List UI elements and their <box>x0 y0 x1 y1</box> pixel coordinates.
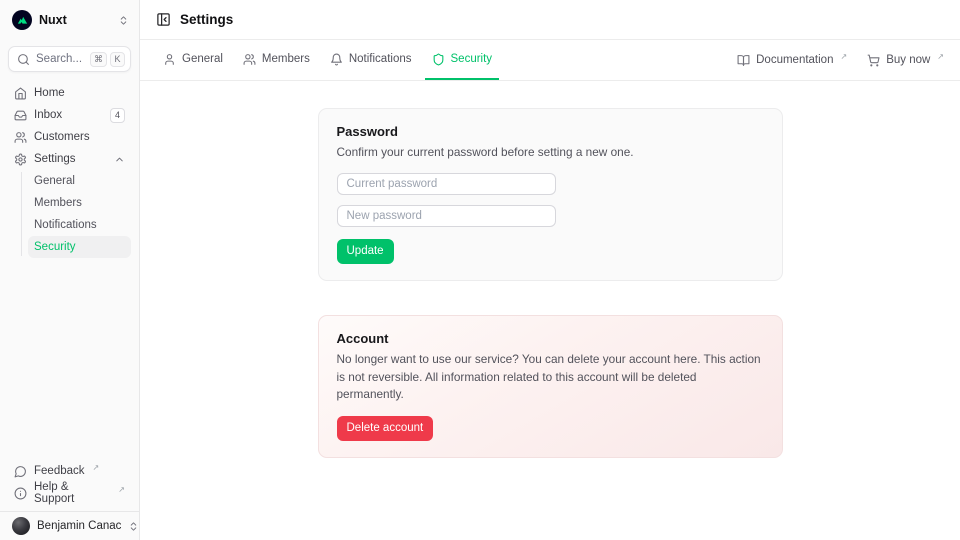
sidebar-item-inbox[interactable]: Inbox 4 <box>8 104 131 126</box>
settings-tabs: General Members Notifications <box>156 40 499 80</box>
external-link-icon: ↗ <box>118 485 125 494</box>
info-circle-icon <box>14 487 27 500</box>
footer-item-label: Feedback <box>34 465 85 477</box>
sidebar-item-label: Customers <box>34 131 90 143</box>
tab-security[interactable]: Security <box>425 40 500 80</box>
link-label: Buy now <box>886 54 930 66</box>
main-area: Settings General Members <box>140 0 960 540</box>
settings-tabbar: General Members Notifications <box>140 40 960 81</box>
tab-notifications[interactable]: Notifications <box>323 40 419 80</box>
sidebar: Nuxt Search... ⌘ K Home <box>0 0 140 540</box>
book-open-icon <box>737 54 750 67</box>
chat-bubble-icon <box>14 465 27 478</box>
sidebar-item-label: Notifications <box>34 219 97 231</box>
shield-icon <box>432 53 445 66</box>
chevrons-up-down-icon <box>128 521 139 532</box>
users-icon <box>14 131 27 144</box>
sidebar-item-members[interactable]: Members <box>28 192 131 214</box>
workspace-name: Nuxt <box>39 13 67 27</box>
sidebar-item-label: Security <box>34 241 76 253</box>
account-card-description: No longer want to use our service? You c… <box>337 351 764 403</box>
tab-label: Members <box>262 53 310 65</box>
inbox-icon <box>14 109 27 122</box>
settings-security-content: Password Confirm your current password b… <box>140 81 960 540</box>
buy-now-link[interactable]: Buy now ↗ <box>867 54 944 67</box>
shopping-cart-icon <box>867 54 880 67</box>
sidebar-nav: Home Inbox 4 Customers Settings <box>0 82 139 258</box>
bell-icon <box>330 53 343 66</box>
search-input[interactable]: Search... ⌘ K <box>8 46 131 72</box>
user-menu[interactable]: Benjamin Canac <box>0 511 139 540</box>
documentation-link[interactable]: Documentation ↗ <box>737 54 847 67</box>
users-icon <box>243 53 256 66</box>
page-header: Settings <box>140 0 960 40</box>
header-links: Documentation ↗ Buy now ↗ <box>737 40 944 80</box>
settings-subnav: General Members Notifications Security <box>8 170 131 258</box>
sidebar-item-notifications[interactable]: Notifications <box>28 214 131 236</box>
current-password-field[interactable] <box>337 173 556 195</box>
account-card-title: Account <box>337 331 764 346</box>
search-placeholder: Search... <box>36 53 82 65</box>
sidebar-item-customers[interactable]: Customers <box>8 126 131 148</box>
password-card-description: Confirm your current password before set… <box>337 144 764 161</box>
workspace-switcher[interactable]: Nuxt <box>0 0 139 40</box>
password-card-title: Password <box>337 124 764 139</box>
update-password-button[interactable]: Update <box>337 239 394 264</box>
avatar <box>12 517 30 535</box>
password-card: Password Confirm your current password b… <box>318 108 783 281</box>
sidebar-footer: Feedback ↗ Help & Support ↗ <box>0 460 139 511</box>
kbd-meta: ⌘ <box>90 52 107 67</box>
search-icon <box>17 53 30 66</box>
gear-icon <box>14 153 27 166</box>
external-link-icon: ↗ <box>840 52 847 61</box>
sidebar-item-label: Members <box>34 197 82 209</box>
tab-label: Security <box>451 53 493 65</box>
sidebar-item-label: Home <box>34 87 65 99</box>
sidebar-item-general[interactable]: General <box>28 170 131 192</box>
sidebar-item-home[interactable]: Home <box>8 82 131 104</box>
account-card: Account No longer want to use our servic… <box>318 315 783 457</box>
sidebar-item-label: Settings <box>34 153 76 165</box>
sidebar-item-security[interactable]: Security <box>28 236 131 258</box>
chevron-up-icon <box>114 154 125 165</box>
kbd-k: K <box>110 52 125 67</box>
chevrons-up-down-icon <box>118 15 129 26</box>
delete-account-button[interactable]: Delete account <box>337 416 434 441</box>
sidebar-item-label: General <box>34 175 75 187</box>
help-support-link[interactable]: Help & Support ↗ <box>8 482 131 504</box>
tab-members[interactable]: Members <box>236 40 317 80</box>
nuxt-logo-icon <box>12 10 32 30</box>
app-window: Nuxt Search... ⌘ K Home <box>0 0 960 540</box>
inbox-count-badge: 4 <box>110 108 125 123</box>
password-form <box>337 173 556 227</box>
tab-general[interactable]: General <box>156 40 230 80</box>
page-title: Settings <box>180 12 233 27</box>
sidebar-item-settings[interactable]: Settings <box>8 148 131 170</box>
new-password-field[interactable] <box>337 205 556 227</box>
user-name: Benjamin Canac <box>37 520 121 532</box>
home-icon <box>14 87 27 100</box>
panel-left-close-icon[interactable] <box>156 12 171 27</box>
search-shortcut: ⌘ K <box>90 52 125 67</box>
footer-item-label: Help & Support <box>34 481 110 505</box>
subnav-rail <box>21 172 22 256</box>
user-icon <box>163 53 176 66</box>
external-link-icon: ↗ <box>937 52 944 61</box>
tab-label: General <box>182 53 223 65</box>
link-label: Documentation <box>756 54 833 66</box>
feedback-link[interactable]: Feedback ↗ <box>8 460 131 482</box>
external-link-icon: ↗ <box>93 463 100 472</box>
sidebar-item-label: Inbox <box>34 109 62 121</box>
tab-label: Notifications <box>349 53 412 65</box>
